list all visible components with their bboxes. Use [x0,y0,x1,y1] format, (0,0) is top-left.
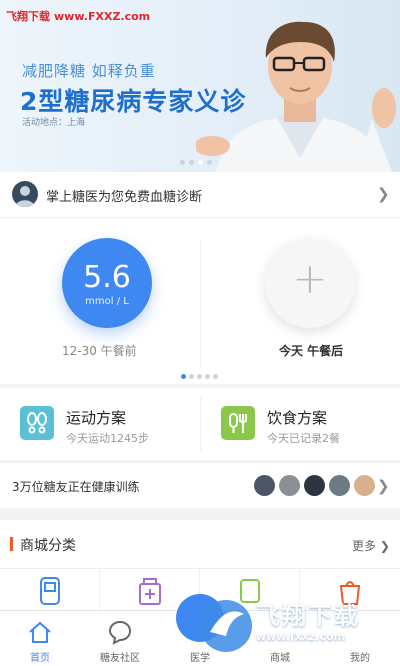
watermark-logo-name: 飞翔下载 [256,602,360,630]
pager-dot[interactable] [189,374,194,379]
pager-dot[interactable] [205,374,210,379]
watermark-site-url: www.FXXZ.com [54,10,151,23]
banner-subtitle: 减肥降糖 如释负重 [22,62,156,80]
avatar [304,475,325,496]
exercise-plan-title: 运动方案 [66,409,127,427]
mall-category[interactable] [0,568,100,610]
glucose-card: 掌上糖医为您免费血糖诊断 ❯ 5.6 mmol / L 12-30 午餐前 + … [0,172,400,384]
avatar [354,475,375,496]
glucose-meter-icon [40,577,60,605]
watermark-logo-url: www.fxxz.com [256,630,346,643]
free-diagnosis-text: 掌上糖医为您免费血糖诊断 [46,190,203,205]
glucose-time: 12-30 午餐前 [62,344,137,358]
free-diagnosis-row[interactable]: 掌上糖医为您免费血糖诊断 ❯ [0,172,400,218]
exercise-plan[interactable]: 运动方案 今天运动1245步 [0,388,200,460]
glucose-unit: mmol / L [85,296,129,307]
exercise-plan-subtitle: 今天运动1245步 [66,432,149,445]
add-record-button[interactable]: + [265,238,355,328]
home-icon [29,621,51,643]
chat-bubble-icon [108,620,132,645]
pager-dot[interactable] [197,374,202,379]
diet-plan-subtitle: 今天已记录2餐 [267,432,340,445]
diet-plan[interactable]: 饮食方案 今天已记录2餐 [201,388,400,460]
section-accent-bar [10,537,13,551]
avatar-icon [15,186,35,207]
carousel-dot-active[interactable] [198,160,203,165]
promo-banner[interactable]: 飞翔下载 www.FXXZ.com 减肥降糖 如释负重 2型糖尿病专家义诊 活动地… [0,0,400,172]
chevron-right-icon: ❯ [377,477,390,495]
banner-doctor-image [196,21,396,172]
tab-community-label: 糖友社区 [100,653,140,664]
add-glucose-record[interactable]: + 今天 午餐后 [201,218,400,384]
tab-home[interactable]: 首页 [0,611,80,666]
banner-carousel-dots [180,160,212,165]
avatar [254,475,275,496]
medicine-box-icon [139,578,161,605]
carousel-dot[interactable] [189,160,194,165]
pager-dot[interactable] [213,374,218,379]
mall-title: 商城分类 [20,538,76,554]
wing-logo-icon [200,600,252,652]
avatar [279,475,300,496]
carousel-dot[interactable] [207,160,212,165]
tab-home-label: 首页 [30,653,50,664]
plans-row: 运动方案 今天运动1245步 饮食方案 今天已记录2餐 [0,388,400,460]
avatar [329,475,350,496]
chevron-right-icon: ❯ [377,185,390,203]
fork-knife-icon [221,406,255,440]
glucose-circle: 5.6 mmol / L [62,238,152,328]
site-watermark: 飞翔下载 www.FXXZ.com [6,8,150,24]
watermark-site-name: 飞翔下载 [6,10,50,23]
doctor-avatar [12,181,38,207]
download-site-logo-watermark: 飞翔下载 www.fxxz.com [196,584,400,666]
tab-community[interactable]: 糖友社区 [80,611,160,666]
diet-plan-title: 饮食方案 [267,409,328,427]
banner-location: 活动地点：上海 [22,118,86,128]
footprints-icon [20,406,54,440]
plus-icon: + [292,254,328,303]
add-record-label: 今天 午餐后 [279,344,344,358]
glucose-reading[interactable]: 5.6 mmol / L 12-30 午餐前 [0,218,200,384]
member-avatars [254,475,375,496]
glucose-pager-dots [181,374,218,379]
community-training-row[interactable]: 3万位糖友正在健康训练 ❯ [0,462,400,508]
mall-more-link[interactable]: 更多 ❯ [352,537,390,554]
carousel-dot[interactable] [180,160,185,165]
glucose-value: 5.6 [83,260,131,295]
community-training-text: 3万位糖友正在健康训练 [12,480,140,494]
mall-more-label: 更多 [352,539,377,553]
app-screen: 飞翔下载 www.FXXZ.com 减肥降糖 如释负重 2型糖尿病专家义诊 活动地… [0,0,400,666]
pager-dot-active[interactable] [181,374,186,379]
